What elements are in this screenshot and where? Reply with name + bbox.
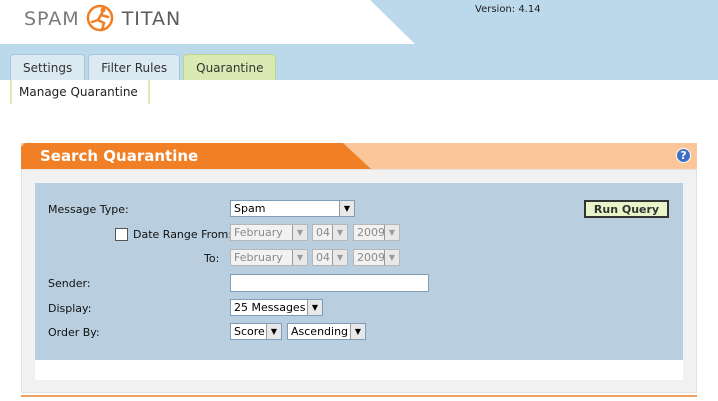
date-range-from-label: Date Range From:	[133, 228, 233, 241]
logo-text-spam: SPAM	[24, 8, 80, 30]
chevron-down-icon: ▼	[384, 225, 399, 240]
order-by-direction-value: Ascending	[291, 325, 349, 338]
date-from-month-value: February	[234, 226, 283, 239]
date-to-day-value: 04	[316, 251, 330, 264]
date-from-year-select[interactable]: 2009 ▼	[353, 224, 400, 241]
chevron-down-icon: ▼	[384, 250, 399, 265]
order-by-label: Order By:	[48, 326, 100, 339]
panel-title: Search Quarantine	[40, 147, 199, 165]
chevron-down-icon: ▼	[266, 324, 281, 339]
chevron-down-icon: ▼	[332, 250, 347, 265]
date-to-month-select[interactable]: February ▼	[230, 249, 308, 266]
message-type-select[interactable]: Spam ▼	[230, 200, 355, 217]
date-to-label: To:	[204, 252, 220, 265]
date-range-checkbox[interactable]	[115, 228, 128, 241]
tab-filter-rules[interactable]: Filter Rules	[88, 54, 181, 80]
message-type-value: Spam	[234, 202, 266, 215]
display-label: Display:	[48, 302, 92, 315]
subnav-manage-quarantine[interactable]: Manage Quarantine	[10, 80, 148, 104]
tab-settings[interactable]: Settings	[10, 54, 86, 80]
chevron-down-icon: ▼	[292, 250, 307, 265]
order-by-field-select[interactable]: Score ▼	[230, 323, 282, 340]
chevron-down-icon: ▼	[332, 225, 347, 240]
date-to-year-select[interactable]: 2009 ▼	[353, 249, 400, 266]
display-value: 25 Messages	[234, 301, 306, 314]
chevron-down-icon: ▼	[292, 225, 307, 240]
order-by-direction-select[interactable]: Ascending ▼	[287, 323, 366, 340]
date-from-day-select[interactable]: 04 ▼	[312, 224, 348, 241]
bottom-divider	[21, 395, 697, 397]
version-label: Version: 4.14	[475, 4, 541, 15]
date-from-month-select[interactable]: February ▼	[230, 224, 308, 241]
chevron-down-icon: ▼	[307, 300, 322, 315]
date-to-year-value: 2009	[357, 251, 384, 264]
display-select[interactable]: 25 Messages ▼	[230, 299, 323, 316]
run-query-button[interactable]: Run Query	[584, 200, 669, 218]
date-to-month-value: February	[234, 251, 283, 264]
chevron-down-icon: ▼	[350, 324, 365, 339]
message-type-label: Message Type:	[48, 203, 129, 216]
tab-quarantine[interactable]: Quarantine	[183, 54, 277, 80]
logo-text-titan: TITAN	[121, 8, 182, 30]
sender-label: Sender:	[48, 277, 91, 290]
runner-icon	[86, 4, 113, 32]
date-to-day-select[interactable]: 04 ▼	[312, 249, 348, 266]
sender-input[interactable]	[230, 274, 429, 292]
main-tabs: Settings Filter Rules Quarantine	[10, 54, 277, 80]
date-from-day-value: 04	[316, 226, 330, 239]
order-by-field-value: Score	[234, 325, 265, 338]
help-icon[interactable]: ?	[676, 148, 691, 163]
date-from-year-value: 2009	[357, 226, 384, 239]
spamtitan-logo: SPAM TITAN	[24, 4, 181, 34]
chevron-down-icon: ▼	[339, 201, 354, 216]
form-footer-strip	[35, 360, 683, 380]
